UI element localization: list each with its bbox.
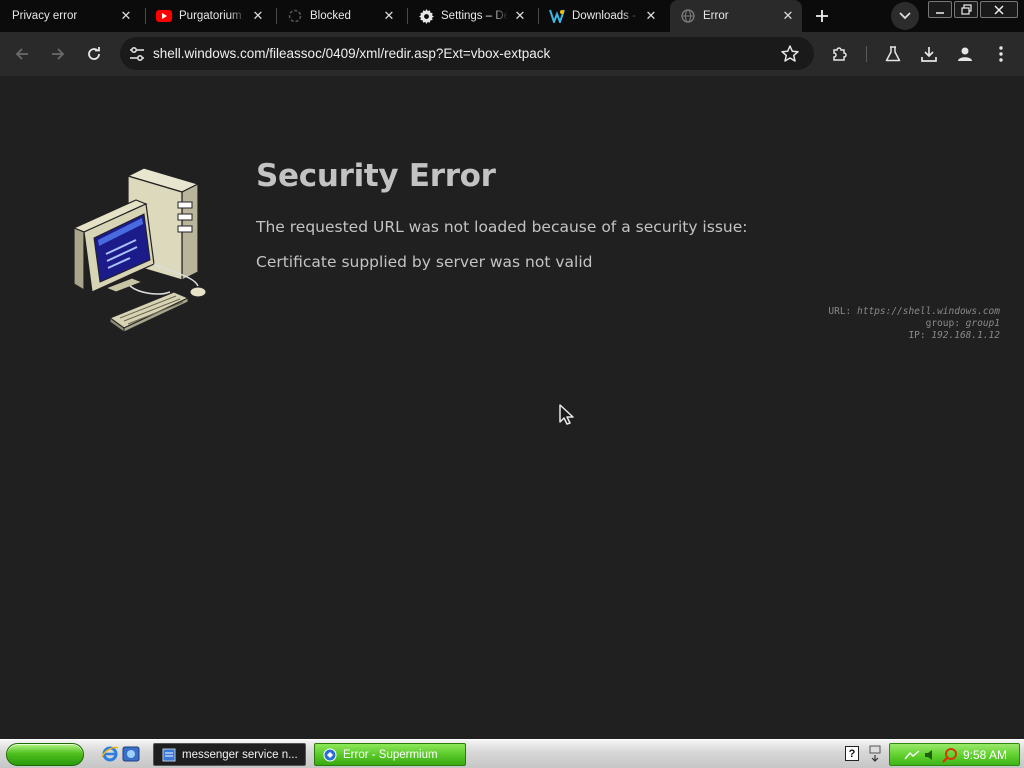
close-icon[interactable]: ✕ [643,8,659,24]
close-icon[interactable]: ✕ [512,8,528,24]
menu-button[interactable] [988,41,1014,67]
diag-ip: IP: 192.168.1.12 [828,330,1000,342]
network-icon[interactable] [868,744,882,764]
tray-network-icon[interactable] [904,749,920,761]
error-reason: Certificate supplied by server was not v… [256,253,593,271]
person-icon [958,47,972,61]
page-title: Security Error [256,158,496,194]
reload-button[interactable] [80,40,108,68]
diag-label: group: [925,318,960,329]
arrow-right-icon [52,48,65,60]
tab-title: Purgatorium [179,10,242,22]
tab-title: Settings – De [441,10,508,22]
diagnostic-info: URL: https://shell.windows.com group: gr… [828,306,1000,342]
taskbar-button-messenger[interactable]: messenger service n... [153,743,306,766]
tray-speaker-icon[interactable] [924,749,938,761]
tab-downloads[interactable]: Downloads - ✕ [541,0,663,32]
browser-quicklaunch-icon[interactable] [122,745,140,763]
reload-icon [88,47,100,60]
supermium-icon [323,748,337,761]
restore-button[interactable] [954,1,978,18]
close-window-button[interactable] [980,1,1018,18]
site-settings-icon[interactable] [128,45,146,63]
tab-separator [407,8,408,24]
tab-privacy-error[interactable]: Privacy error ✕ [4,0,138,32]
downloads-site-icon [549,8,565,24]
taskbar: messenger service n... Error - Supermium… [0,739,1024,768]
plus-icon [816,10,828,22]
error-description: The requested URL was not loaded because… [256,218,748,236]
flask-icon [885,46,901,62]
close-icon [994,4,1004,15]
start-button[interactable] [6,743,84,766]
tab-error[interactable]: Error ✕ [670,0,802,32]
address-bar[interactable]: shell.windows.com/fileassoc/0409/xml/red… [120,37,814,70]
tab-blocked[interactable]: Blocked ✕ [279,0,401,32]
labs-button[interactable] [880,41,906,67]
new-tab-button[interactable] [810,4,834,28]
minimize-icon [936,11,944,14]
kebab-menu-icon [999,46,1003,62]
gear-icon [418,8,434,24]
magnifier-icon[interactable] [942,747,958,763]
url-text[interactable]: shell.windows.com/fileassoc/0409/xml/red… [153,46,550,61]
tab-purgatorium[interactable]: Purgatorium ✕ [148,0,270,32]
diag-value: 192.168.1.12 [931,330,1000,341]
clock[interactable]: 9:58 AM [963,748,1007,762]
forward-button[interactable] [44,40,72,68]
browser-toolbar: shell.windows.com/fileassoc/0409/xml/red… [0,32,1024,76]
globe-icon [680,8,696,24]
tab-title: Downloads - [572,10,636,22]
tab-settings[interactable]: Settings – De ✕ [410,0,532,32]
puzzle-icon [833,47,847,61]
extensions-button[interactable] [827,41,853,67]
close-icon[interactable]: ✕ [381,8,397,24]
bookmark-star-icon[interactable] [780,44,800,64]
close-icon[interactable]: ✕ [780,8,796,24]
toolbar-divider [866,46,867,62]
taskbar-button-supermium[interactable]: Error - Supermium [314,743,466,766]
profile-button[interactable] [952,41,978,67]
diag-value: group1 [965,318,1000,329]
tab-title: Blocked [310,10,351,22]
downloads-button[interactable] [916,41,942,67]
help-icon[interactable]: ? [845,746,859,761]
youtube-icon [156,8,172,24]
mouse-cursor-icon [559,404,574,425]
tab-title: Privacy error [12,10,78,22]
task-label: Error - Supermium [343,748,438,761]
close-icon[interactable]: ✕ [250,8,266,24]
diag-label: URL: [828,306,852,317]
back-button[interactable] [8,40,36,68]
tab-strip: Privacy error ✕ Purgatorium ✕ Blocked ✕ … [0,0,1024,32]
window-controls [928,1,1020,19]
internet-explorer-icon[interactable] [101,745,119,763]
computer-illustration [72,168,207,333]
diag-group: group: group1 [828,318,1000,330]
tab-separator [145,8,146,24]
tab-separator [538,8,539,24]
close-icon[interactable]: ✕ [118,8,134,24]
chevron-down-icon [899,12,911,20]
restore-icon [960,4,972,15]
diag-label: IP: [908,330,926,341]
tab-title: Error [703,10,729,22]
system-tray: 9:58 AM [889,743,1020,766]
tab-search-button[interactable] [891,2,919,30]
page-content: Security Error The requested URL was not… [0,76,1024,739]
diag-value: https://shell.windows.com [857,306,1000,317]
minimize-button[interactable] [928,1,952,18]
spinner-icon [287,8,303,24]
task-label: messenger service n... [182,748,298,761]
diag-url: URL: https://shell.windows.com [828,306,1000,318]
download-icon [921,47,937,62]
tab-separator [276,8,277,24]
document-icon [162,748,176,761]
arrow-left-icon [15,48,28,60]
